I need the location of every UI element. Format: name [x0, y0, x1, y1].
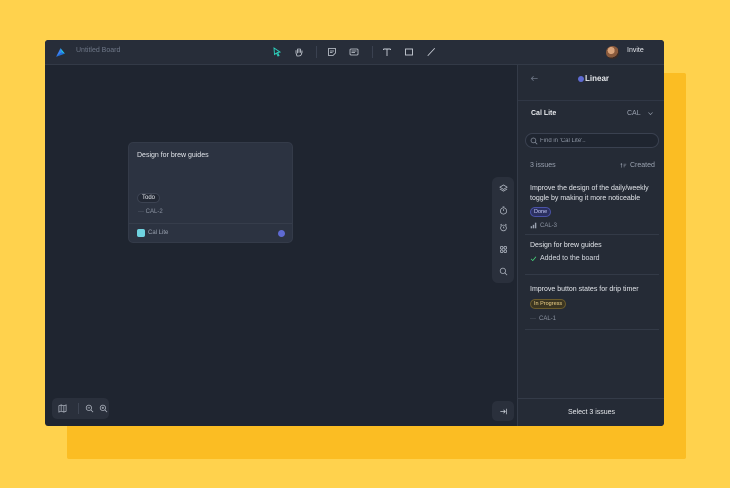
sort-button[interactable]: Created	[620, 162, 655, 169]
timer-icon[interactable]	[497, 204, 509, 216]
rectangle-tool-icon[interactable]	[402, 45, 416, 59]
linear-logo-icon	[578, 76, 584, 82]
search-icon[interactable]	[497, 265, 509, 277]
collapse-panel-icon	[499, 408, 507, 414]
sort-icon	[620, 163, 627, 168]
app-logo-icon[interactable]	[55, 47, 66, 58]
status-badge: Todo	[137, 193, 161, 203]
issue-count: 3 issues	[530, 162, 556, 169]
select-issues-button[interactable]: Select 3 issues	[518, 398, 664, 426]
issue-title: Improve button states for drip timer	[530, 286, 639, 293]
linear-panel: Linear Cal Lite CAL 3 issues Created Imp…	[517, 65, 664, 426]
side-toolbar	[492, 177, 514, 283]
line-tool-icon[interactable]	[424, 45, 438, 59]
team-name: Cal Lite	[531, 110, 557, 117]
toolbar-divider	[78, 403, 79, 414]
apps-icon[interactable]	[497, 243, 509, 255]
top-toolbar: Untitled Board Invite	[45, 40, 664, 65]
toolbar-divider	[316, 46, 317, 58]
card-divider	[129, 223, 292, 224]
issue-search	[525, 133, 659, 148]
card-project-name: Cal Lite	[148, 230, 169, 236]
invite-button[interactable]: Invite	[627, 47, 644, 54]
issue-id: ··· CAL-1	[530, 316, 557, 322]
card-tool-icon[interactable]	[347, 45, 361, 59]
hand-tool-icon[interactable]	[292, 45, 306, 59]
team-select[interactable]: Cal Lite CAL	[526, 105, 657, 123]
issue-title: Design for brew guides	[530, 242, 602, 249]
text-tool-icon[interactable]	[380, 45, 394, 59]
panel-divider	[518, 100, 664, 101]
select-tool-icon[interactable]	[270, 45, 284, 59]
linear-icon	[278, 230, 285, 237]
search-icon	[530, 137, 538, 145]
zoom-in-icon[interactable]	[98, 403, 109, 414]
board-canvas[interactable]: Design for brew guides Todo ··· CAL-2 Ca…	[45, 65, 517, 426]
panel-title: Linear	[585, 74, 610, 83]
added-indicator: Added to the board	[530, 255, 600, 262]
layers-icon[interactable]	[497, 182, 509, 194]
check-icon	[530, 256, 537, 262]
sticky-note-icon[interactable]	[325, 45, 339, 59]
select-issues-label: Select 3 issues	[567, 409, 616, 416]
status-badge: Done	[530, 207, 552, 217]
issue-id: CAL-3	[530, 222, 557, 229]
project-icon	[137, 229, 145, 237]
issue-list-item[interactable]: Improve the design of the daily/weekly t…	[525, 177, 659, 235]
bottom-left-toolbar	[52, 398, 109, 419]
user-avatar[interactable]	[606, 46, 619, 59]
issue-title: Improve the design of the daily/weekly t…	[530, 185, 649, 202]
issue-list-item[interactable]: Design for brew guides Added to the boar…	[525, 235, 659, 275]
status-badge: In Progress	[530, 299, 567, 309]
toolbar-divider	[372, 46, 373, 58]
alarm-icon[interactable]	[497, 221, 509, 233]
chevron-down-icon	[648, 112, 653, 115]
sort-label: Created	[630, 162, 655, 169]
zoom-out-icon[interactable]	[84, 403, 95, 414]
app-window: Untitled Board Invite Design for brew gu…	[45, 40, 664, 426]
map-icon[interactable]	[57, 403, 68, 414]
issue-list-item[interactable]: Improve button states for drip timer In …	[525, 275, 659, 330]
board-title[interactable]: Untitled Board	[76, 47, 120, 54]
collapse-panel-button[interactable]	[492, 401, 514, 421]
search-input[interactable]	[540, 136, 650, 146]
card-title: Design for brew guides	[137, 152, 209, 159]
issue-card[interactable]: Design for brew guides Todo ··· CAL-2 Ca…	[128, 142, 293, 243]
card-issue-id: ··· CAL-2	[138, 209, 163, 215]
team-key: CAL	[627, 110, 641, 117]
priority-icon	[530, 222, 537, 229]
back-arrow-icon[interactable]	[530, 74, 539, 83]
